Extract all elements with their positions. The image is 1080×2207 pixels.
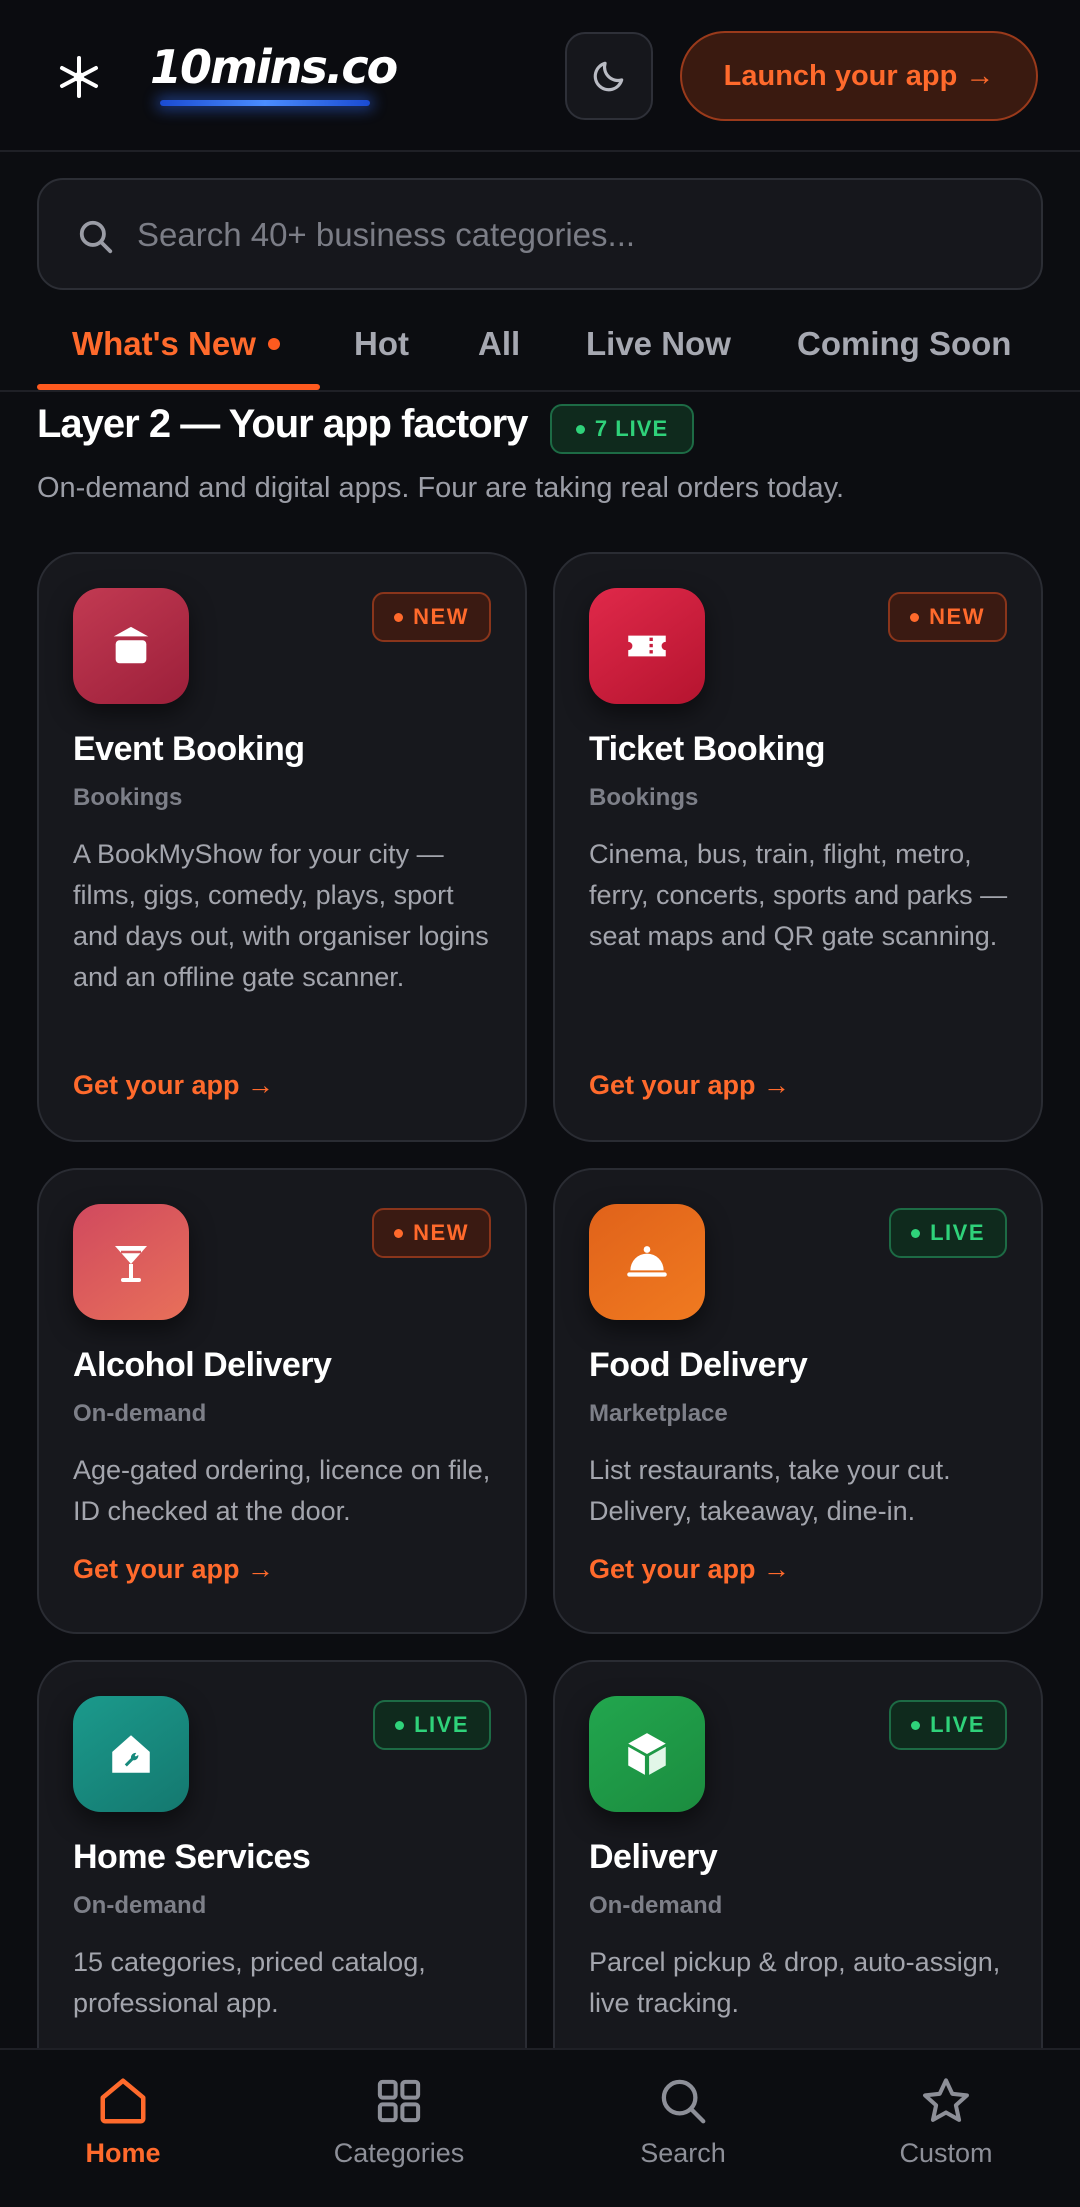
app-card-food-delivery[interactable]: LIVE Food Delivery Marketplace List rest… bbox=[553, 1168, 1043, 1634]
status-badge-new: NEW bbox=[372, 1208, 491, 1258]
tab-hot[interactable]: Hot bbox=[354, 314, 409, 374]
card-category: On-demand bbox=[73, 1892, 207, 1919]
badge-text: LIVE bbox=[414, 1712, 469, 1737]
badge-dot bbox=[394, 1228, 404, 1238]
badge-dot bbox=[911, 1720, 921, 1730]
status-badge-new: NEW bbox=[888, 592, 1007, 642]
get-your-app-link[interactable]: Get your app → bbox=[589, 1070, 790, 1101]
status-badge-live: LIVE bbox=[889, 1208, 1007, 1258]
grid-icon bbox=[377, 2079, 421, 2123]
live-count-text: 7 LIVE bbox=[594, 416, 669, 441]
card-description: List restaurants, take your cut. Deliver… bbox=[589, 1455, 951, 1526]
tab-label: What's New bbox=[72, 325, 256, 362]
nav-label: Home bbox=[85, 2138, 161, 2168]
badge-dot bbox=[911, 1228, 921, 1238]
nav-search[interactable]: Search bbox=[583, 2074, 783, 2194]
card-title: Alcohol Delivery bbox=[73, 1346, 332, 1384]
card-description: Cinema, bus, train, flight, metro, ferry… bbox=[589, 839, 1008, 951]
cocktail-icon bbox=[73, 1204, 189, 1320]
badge-text: LIVE bbox=[930, 1712, 985, 1737]
search-bar[interactable] bbox=[37, 178, 1043, 290]
card-category: Bookings bbox=[73, 784, 183, 811]
app-header: 10mins.co Launch your app → bbox=[0, 0, 1080, 152]
theme-toggle-button[interactable] bbox=[565, 32, 653, 120]
card-category: On-demand bbox=[589, 1892, 723, 1919]
badge-dot bbox=[395, 1720, 405, 1730]
live-dot bbox=[575, 424, 585, 434]
card-description: Age-gated ordering, licence on file, ID … bbox=[73, 1455, 491, 1526]
status-badge-live: LIVE bbox=[889, 1700, 1007, 1750]
nav-label: Search bbox=[640, 2138, 726, 2168]
nav-label: Custom bbox=[899, 2138, 993, 2168]
card-title: Delivery bbox=[589, 1838, 718, 1876]
nav-custom[interactable]: Custom bbox=[846, 2074, 1046, 2194]
card-category: Bookings bbox=[589, 784, 699, 811]
app-card-ticket-booking[interactable]: NEW Ticket Booking Bookings Cinema, bus,… bbox=[553, 552, 1043, 1142]
badge-text: LIVE bbox=[930, 1220, 985, 1245]
event-icon bbox=[73, 588, 189, 704]
active-tab-underline bbox=[37, 384, 320, 390]
card-description: A BookMyShow for your city — films, gigs… bbox=[73, 839, 489, 992]
badge-dot bbox=[910, 612, 920, 622]
card-title: Event Booking bbox=[73, 730, 305, 768]
search-icon bbox=[79, 220, 113, 254]
badge-text: NEW bbox=[413, 604, 469, 629]
new-indicator-dot bbox=[267, 338, 280, 350]
ticket-icon bbox=[589, 588, 705, 704]
section-title: Layer 2 — Your app factory bbox=[37, 402, 528, 446]
logo-glow-underline bbox=[160, 100, 370, 106]
nav-label: Categories bbox=[333, 2138, 465, 2168]
card-description: 15 categories, priced catalog, professio… bbox=[73, 1947, 426, 2018]
logo-text[interactable]: 10mins.co bbox=[150, 40, 398, 94]
star-icon bbox=[923, 2078, 969, 2122]
launch-app-button[interactable]: Launch your app → bbox=[680, 31, 1038, 121]
section-subtitle: On-demand and digital apps. Four are tak… bbox=[37, 472, 845, 504]
badge-text: NEW bbox=[413, 1220, 469, 1245]
search-input[interactable] bbox=[137, 200, 1017, 270]
home-wrench-icon bbox=[73, 1696, 189, 1812]
category-tabs: What's New Hot All Live Now Coming Soon bbox=[0, 296, 1080, 392]
card-title: Home Services bbox=[73, 1838, 311, 1876]
search-icon bbox=[661, 2079, 706, 2124]
tab-live-now[interactable]: Live Now bbox=[586, 314, 731, 374]
card-description: Parcel pickup & drop, auto-assign, live … bbox=[589, 1947, 1001, 2018]
logo-mark-icon bbox=[60, 56, 98, 98]
get-your-app-link[interactable]: Get your app → bbox=[589, 1554, 790, 1585]
card-title: Food Delivery bbox=[589, 1346, 808, 1384]
get-your-app-link[interactable]: Get your app → bbox=[73, 1070, 274, 1101]
live-count-badge: 7 LIVE bbox=[550, 404, 694, 454]
card-title: Ticket Booking bbox=[589, 730, 826, 768]
app-card-alcohol-delivery[interactable]: NEW Alcohol Delivery On-demand Age-gated… bbox=[37, 1168, 527, 1634]
bottom-navigation: Home Categories Search Custom bbox=[0, 2048, 1080, 2207]
get-your-app-link[interactable]: Get your app → bbox=[73, 1554, 274, 1585]
package-icon bbox=[589, 1696, 705, 1812]
home-icon bbox=[100, 2078, 146, 2124]
nav-home[interactable]: Home bbox=[23, 2074, 223, 2194]
cloche-icon bbox=[589, 1204, 705, 1320]
card-category: On-demand bbox=[73, 1400, 207, 1427]
status-badge-live: LIVE bbox=[373, 1700, 491, 1750]
status-badge-new: NEW bbox=[372, 592, 491, 642]
badge-dot bbox=[394, 612, 404, 622]
nav-categories[interactable]: Categories bbox=[299, 2074, 499, 2194]
moon-icon bbox=[593, 61, 624, 92]
badge-text: NEW bbox=[929, 604, 985, 629]
tab-all[interactable]: All bbox=[478, 314, 520, 374]
tab-coming-soon[interactable]: Coming Soon bbox=[797, 314, 1011, 374]
tab-whats-new[interactable]: What's New bbox=[72, 314, 280, 374]
app-card-event-booking[interactable]: NEW Event Booking Bookings A BookMyShow … bbox=[37, 552, 527, 1142]
card-category: Marketplace bbox=[589, 1400, 728, 1427]
